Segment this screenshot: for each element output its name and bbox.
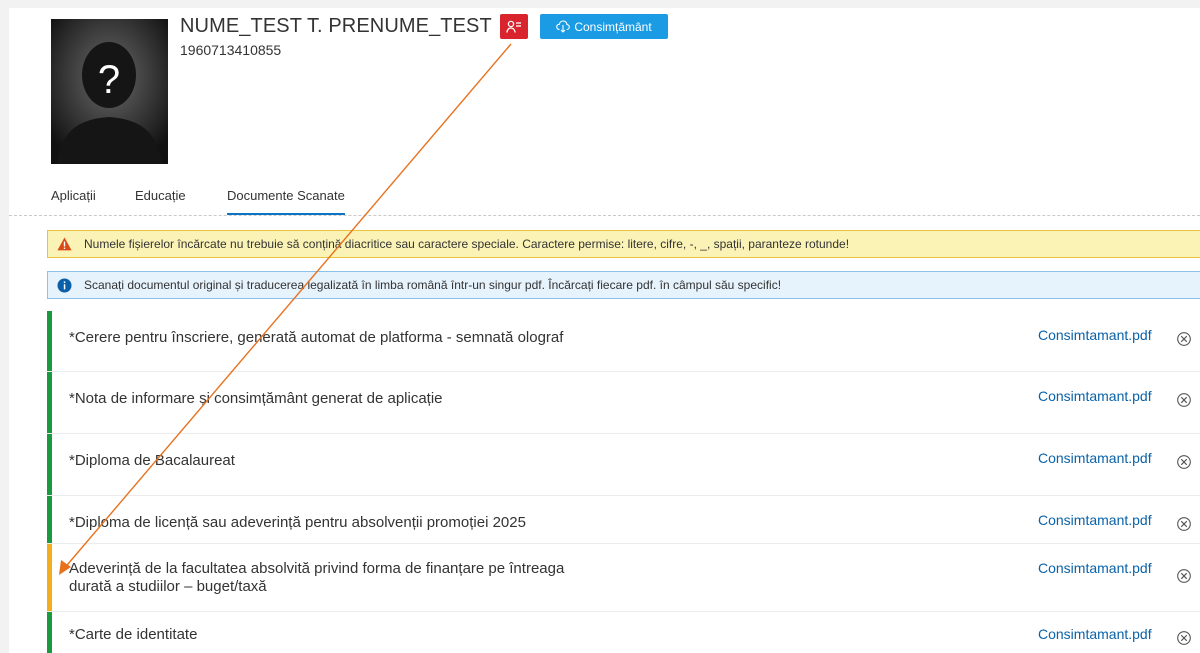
document-label: *Cerere pentru înscriere, generată autom… bbox=[69, 329, 564, 346]
info-alert: Scanați documentul original și traducere… bbox=[47, 271, 1200, 299]
status-bar bbox=[47, 311, 52, 371]
remove-file-icon[interactable] bbox=[1176, 392, 1192, 408]
document-label: *Diploma de licență sau adeverință pentr… bbox=[69, 514, 526, 531]
user-list-icon bbox=[506, 20, 521, 33]
remove-file-icon[interactable] bbox=[1176, 516, 1192, 532]
document-label: *Carte de identitate bbox=[69, 626, 198, 643]
status-bar bbox=[47, 612, 52, 653]
person-placeholder-icon: ? bbox=[51, 19, 168, 164]
tab-educatie[interactable]: Educație bbox=[135, 185, 186, 213]
status-bar bbox=[47, 372, 52, 433]
document-row: *Diploma de licență sau adeverință pentr… bbox=[47, 496, 1200, 543]
document-row: Adeverință de la facultatea absolvită pr… bbox=[47, 544, 1200, 611]
left-gutter bbox=[0, 0, 9, 653]
document-label: *Nota de informare și consimțământ gener… bbox=[69, 390, 443, 407]
document-label: *Diploma de Bacalaureat bbox=[69, 452, 235, 469]
tab-documente-scanate[interactable]: Documente Scanate bbox=[227, 185, 345, 215]
remove-file-icon[interactable] bbox=[1176, 331, 1192, 347]
document-row: *Cerere pentru înscriere, generată autom… bbox=[47, 311, 1200, 371]
document-row: *Diploma de Bacalaureat Consimtamant.pdf bbox=[47, 434, 1200, 495]
status-bar bbox=[47, 496, 52, 543]
remove-file-icon[interactable] bbox=[1176, 630, 1192, 646]
user-list-button[interactable] bbox=[500, 14, 528, 39]
consent-button[interactable]: Consimțământ bbox=[540, 14, 668, 39]
document-file-link[interactable]: Consimtamant.pdf bbox=[1038, 560, 1152, 576]
tab-bar: Aplicații Educație Documente Scanate bbox=[9, 185, 1200, 216]
applicant-page: ? NUME_TEST T. PRENUME_TEST 196071341085… bbox=[9, 0, 1200, 653]
remove-file-icon[interactable] bbox=[1176, 454, 1192, 470]
document-file-link[interactable]: Consimtamant.pdf bbox=[1038, 450, 1152, 466]
document-file-link[interactable]: Consimtamant.pdf bbox=[1038, 388, 1152, 404]
cloud-download-icon bbox=[556, 20, 571, 33]
status-bar bbox=[47, 434, 52, 495]
applicant-name: NUME_TEST T. PRENUME_TEST bbox=[180, 15, 492, 37]
document-row: *Nota de informare și consimțământ gener… bbox=[47, 372, 1200, 433]
warning-icon bbox=[57, 237, 72, 252]
applicant-cnp: 1960713410855 bbox=[180, 42, 282, 58]
info-icon bbox=[57, 278, 72, 293]
tab-aplicatii[interactable]: Aplicații bbox=[51, 185, 96, 213]
warning-alert-text: Numele fișierelor încărcate nu trebuie s… bbox=[84, 237, 850, 251]
status-bar bbox=[47, 544, 52, 611]
remove-file-icon[interactable] bbox=[1176, 568, 1192, 584]
document-label: Adeverință de la facultatea absolvită pr… bbox=[69, 560, 565, 595]
consent-button-label: Consimțământ bbox=[574, 19, 652, 34]
profile-photo: ? bbox=[51, 19, 168, 164]
document-row: *Carte de identitate Consimtamant.pdf bbox=[47, 612, 1200, 653]
document-file-link[interactable]: Consimtamant.pdf bbox=[1038, 512, 1152, 528]
info-alert-text: Scanați documentul original și traducere… bbox=[84, 278, 782, 292]
warning-alert: Numele fișierelor încărcate nu trebuie s… bbox=[47, 230, 1200, 258]
document-file-link[interactable]: Consimtamant.pdf bbox=[1038, 327, 1152, 343]
top-band bbox=[9, 0, 1200, 8]
document-file-link[interactable]: Consimtamant.pdf bbox=[1038, 626, 1152, 642]
svg-text:?: ? bbox=[98, 58, 120, 102]
